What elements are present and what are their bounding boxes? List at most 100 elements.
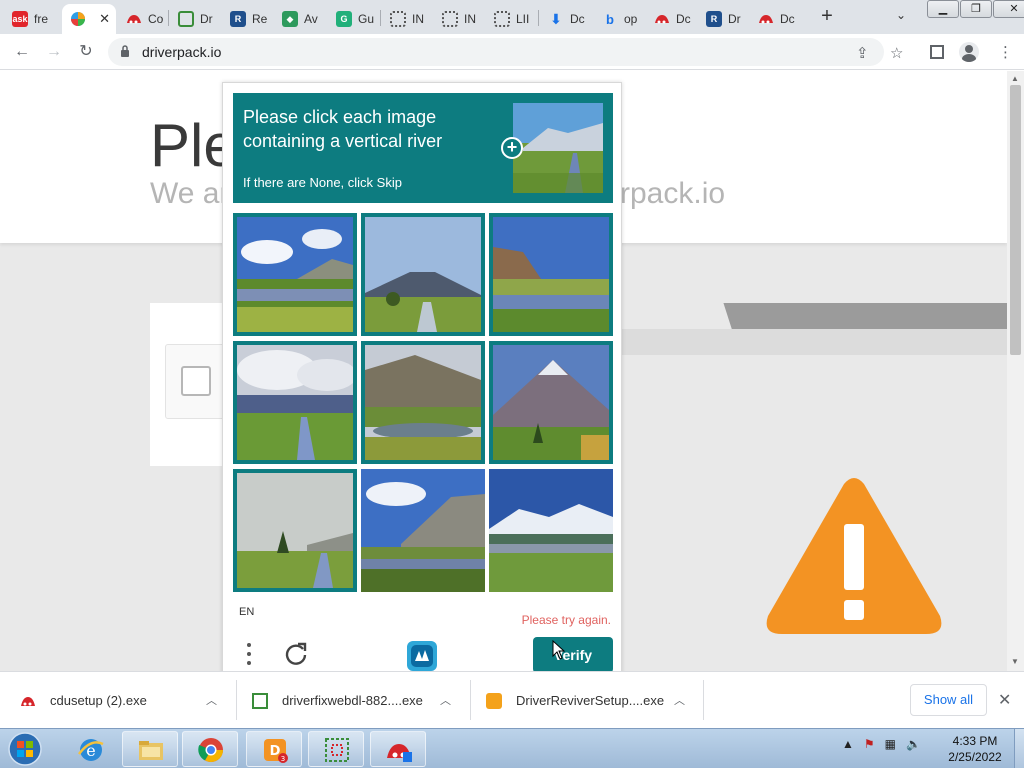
- captcha-menu-icon[interactable]: [247, 643, 253, 669]
- tab-search-button[interactable]: ⌄: [896, 8, 906, 22]
- bookmark-star-icon[interactable]: ☆: [890, 44, 903, 62]
- driverpack-taskbar-button[interactable]: D3: [246, 731, 302, 767]
- captcha-checkbox[interactable]: [181, 366, 211, 396]
- tab-13[interactable]: R Dr: [698, 4, 748, 34]
- hcaptcha-challenge: Please click each image containing a ver…: [222, 82, 622, 682]
- tab-label: Dr: [728, 12, 741, 26]
- cdusetup-taskbar-button[interactable]: [370, 731, 426, 767]
- menu-kebab-icon[interactable]: ⋮: [998, 43, 1013, 61]
- tab-6[interactable]: G Gu: [328, 4, 378, 34]
- tab-separator: [380, 10, 381, 26]
- ie-taskbar-button[interactable]: e: [62, 731, 118, 767]
- tab-12[interactable]: Dc: [646, 4, 696, 34]
- address-bar[interactable]: driverpack.io ⇪ ☆: [108, 38, 903, 66]
- tab-8[interactable]: IN: [434, 4, 484, 34]
- close-shelf-icon[interactable]: ✕: [998, 690, 1011, 710]
- internet-explorer-icon: e: [78, 739, 104, 761]
- tab-11[interactable]: b op: [594, 4, 644, 34]
- tile-8[interactable]: [361, 469, 485, 592]
- minimize-button[interactable]: ▁: [927, 0, 959, 18]
- download-item-1[interactable]: cdusetup (2).exe ︿: [20, 672, 230, 729]
- tray-expand-icon[interactable]: ▲: [842, 737, 854, 751]
- tab-7[interactable]: IN: [382, 4, 432, 34]
- verify-button[interactable]: Verify: [533, 637, 613, 673]
- expand-example-icon[interactable]: +: [501, 137, 523, 159]
- tile-image: [365, 217, 481, 332]
- refresh-icon[interactable]: [283, 641, 309, 667]
- chevron-up-icon[interactable]: ︿: [440, 692, 451, 708]
- share-icon[interactable]: ⇪: [856, 44, 869, 62]
- tab-label: IN: [464, 12, 476, 26]
- tile-4[interactable]: [233, 341, 357, 464]
- tile-6[interactable]: [489, 341, 613, 464]
- download-item-3[interactable]: DriverReviverSetup....exe ︿: [486, 672, 696, 729]
- volume-icon[interactable]: 🔈: [906, 737, 921, 751]
- download-item-2[interactable]: driverfixwebdl-882....exe ︿: [252, 672, 462, 729]
- url-text: driverpack.io: [142, 44, 222, 60]
- driverpack-icon: [70, 11, 86, 27]
- cloud-icon: [758, 11, 774, 27]
- tab-label: Dc: [570, 12, 585, 26]
- download-separator: [236, 680, 237, 720]
- tile-3[interactable]: [489, 213, 613, 336]
- tab-9[interactable]: LII: [486, 4, 536, 34]
- tile-2[interactable]: [361, 213, 485, 336]
- tab-4[interactable]: R Re: [222, 4, 272, 34]
- g-icon: G: [336, 11, 352, 27]
- cloud-icon: [126, 11, 142, 27]
- chrome-taskbar-button[interactable]: [182, 731, 238, 767]
- tile-5[interactable]: [361, 341, 485, 464]
- tile-9[interactable]: [489, 469, 613, 592]
- show-desktop-button[interactable]: [1014, 729, 1024, 768]
- forward-button[interactable]: →: [44, 42, 64, 62]
- system-clock[interactable]: 4:33 PM 2/25/2022: [940, 733, 1010, 765]
- scroll-thumb[interactable]: [1010, 85, 1021, 355]
- side-panel-icon[interactable]: [930, 45, 944, 59]
- tab-5[interactable]: ◆ Av: [274, 4, 324, 34]
- tab-14[interactable]: Dc: [750, 4, 800, 34]
- reload-button[interactable]: ↻: [76, 42, 96, 62]
- back-button[interactable]: ←: [12, 42, 32, 62]
- action-center-icon[interactable]: ⚑: [864, 737, 875, 751]
- network-icon[interactable]: ▦: [885, 737, 896, 751]
- download-filename: DriverReviverSetup....exe: [516, 693, 665, 708]
- restore-button[interactable]: ❐: [960, 0, 992, 18]
- tile-image: [493, 217, 609, 332]
- close-tab-icon[interactable]: ✕: [99, 11, 110, 27]
- tab-10[interactable]: ⬇ Dc: [540, 4, 590, 34]
- tile-1[interactable]: [233, 213, 357, 336]
- folder-icon: [139, 741, 163, 760]
- start-button[interactable]: [4, 731, 46, 767]
- reviver-icon: R: [706, 11, 722, 27]
- hcaptcha-logo-icon: [407, 641, 437, 671]
- close-window-button[interactable]: ✕: [993, 0, 1024, 18]
- language-selector[interactable]: EN: [239, 606, 254, 618]
- challenge-prompt: Please click each image containing a ver…: [243, 107, 443, 151]
- tab-3[interactable]: Dr: [170, 4, 220, 34]
- example-image[interactable]: [513, 103, 603, 193]
- scroll-down-arrow[interactable]: ▼: [1011, 657, 1019, 666]
- tab-0[interactable]: ask fre: [4, 4, 60, 34]
- chevron-up-icon[interactable]: ︿: [674, 692, 685, 708]
- new-tab-button[interactable]: +: [817, 6, 837, 26]
- tab-label: Re: [252, 12, 268, 26]
- grid-icon: [252, 692, 268, 709]
- grid-app-icon: [325, 738, 349, 762]
- chevron-up-icon[interactable]: ︿: [206, 692, 217, 708]
- tab-label: op: [624, 12, 638, 26]
- browser-toolbar: ← → ↻ driverpack.io ⇪ ☆ ⋮: [0, 34, 1024, 70]
- challenge-header: Please click each image containing a ver…: [233, 93, 613, 203]
- clock-time: 4:33 PM: [952, 734, 998, 748]
- hero-subtitle-right: rpack.io: [620, 177, 726, 210]
- explorer-taskbar-button[interactable]: [122, 731, 178, 767]
- tab-2[interactable]: Co: [118, 4, 168, 34]
- scroll-up-arrow[interactable]: ▲: [1011, 74, 1019, 83]
- driverfix-taskbar-button[interactable]: [308, 731, 364, 767]
- profile-avatar[interactable]: [959, 42, 979, 62]
- page-scrollbar[interactable]: ▲ ▼: [1007, 71, 1024, 671]
- tile-image: [237, 345, 353, 460]
- download-separator: [703, 680, 704, 720]
- tab-active[interactable]: ✕: [62, 4, 116, 34]
- show-all-button[interactable]: Show all: [910, 684, 987, 716]
- tile-7[interactable]: [233, 469, 357, 592]
